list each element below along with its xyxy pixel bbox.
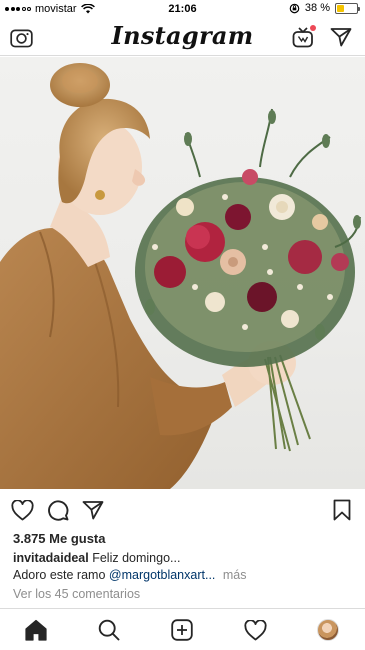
igtv-notification-dot bbox=[310, 25, 316, 31]
tab-activity[interactable] bbox=[242, 617, 268, 643]
more-link[interactable]: más bbox=[223, 568, 247, 582]
tab-home[interactable] bbox=[23, 617, 49, 643]
profile-avatar bbox=[317, 619, 339, 641]
heart-icon bbox=[10, 499, 34, 520]
tab-new-post[interactable] bbox=[169, 617, 195, 643]
caption-line-1: invitadaideal Feliz domingo... bbox=[13, 551, 180, 565]
battery-fill bbox=[337, 4, 345, 12]
likes-count[interactable]: 3.875 Me gusta bbox=[13, 531, 106, 546]
direct-message-icon bbox=[330, 28, 352, 47]
igtv-button[interactable] bbox=[290, 24, 316, 50]
save-button[interactable] bbox=[329, 497, 355, 523]
caption-text-2: Adoro este ramo bbox=[13, 568, 106, 582]
bottom-tab-bar bbox=[0, 608, 365, 650]
battery-icon bbox=[335, 2, 360, 14]
activity-icon bbox=[243, 619, 267, 640]
search-icon bbox=[98, 619, 120, 641]
share-icon bbox=[82, 501, 104, 520]
post-actions-bar bbox=[0, 497, 365, 523]
battery-percentage: 38 % bbox=[304, 2, 330, 14]
top-navigation: Instagram bbox=[0, 18, 365, 56]
view-comments-link[interactable]: Ver los 45 comentarios bbox=[13, 587, 140, 601]
post-photo[interactable] bbox=[0, 57, 365, 489]
tab-search[interactable] bbox=[96, 617, 122, 643]
direct-message-button[interactable] bbox=[328, 24, 354, 50]
like-button[interactable] bbox=[9, 497, 35, 523]
tab-profile[interactable] bbox=[315, 617, 341, 643]
caption-text: Feliz domingo... bbox=[92, 551, 181, 565]
post-photo-illustration bbox=[0, 63, 361, 489]
home-icon bbox=[25, 619, 47, 641]
share-button[interactable] bbox=[80, 497, 106, 523]
comment-icon bbox=[48, 500, 69, 521]
status-right: 38 % bbox=[289, 2, 360, 14]
caption-mention-link[interactable]: @margotblanxart... bbox=[109, 568, 215, 582]
caption-line-2: Adoro este ramo @margotblanxart... más bbox=[13, 568, 247, 582]
new-post-icon bbox=[171, 619, 193, 641]
bookmark-icon bbox=[333, 499, 351, 521]
rotation-lock-icon bbox=[289, 3, 300, 13]
post-username[interactable]: invitadaideal bbox=[13, 551, 89, 565]
status-bar: movistar 21:06 38 % bbox=[0, 0, 365, 18]
comment-button[interactable] bbox=[45, 497, 71, 523]
